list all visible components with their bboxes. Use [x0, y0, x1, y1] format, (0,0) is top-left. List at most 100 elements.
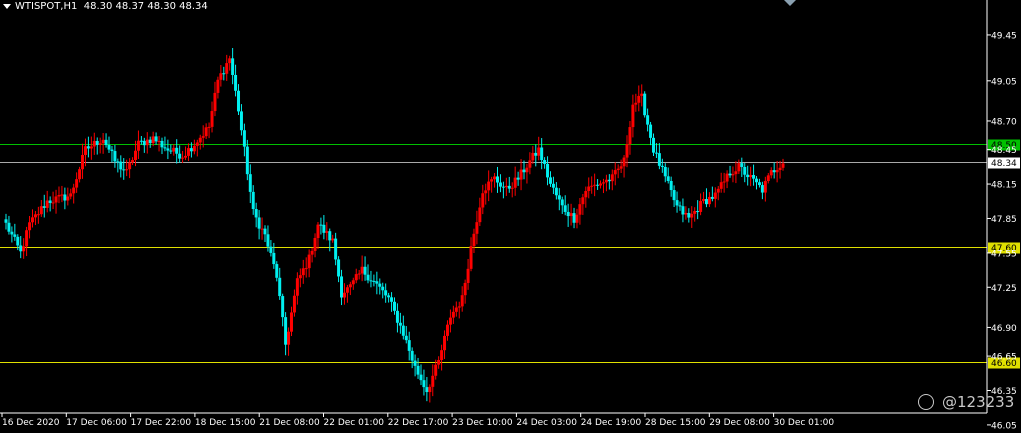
bull-candle-body — [637, 95, 641, 103]
bull-candle-body — [228, 58, 232, 64]
time-tick-label: 21 Dec 08:00 — [259, 418, 320, 428]
bull-candle-body — [640, 93, 644, 96]
bull-candle-body — [528, 160, 532, 168]
bull-candle-body — [72, 187, 76, 194]
price-tick-label: 47.55 — [991, 249, 1017, 259]
bull-candle-body — [702, 199, 706, 201]
bear-candle-body — [384, 290, 388, 296]
bear-candle-body — [678, 205, 682, 207]
bull-candle-body — [136, 140, 140, 151]
bull-candle-body — [448, 317, 452, 325]
bull-candle-body — [631, 104, 635, 128]
bull-candle-body — [537, 147, 541, 156]
bull-candle-body — [513, 177, 517, 188]
bear-candle-body — [160, 140, 164, 148]
bear-candle-body — [498, 182, 502, 187]
bear-candle-body — [281, 296, 285, 318]
bear-candle-body — [660, 165, 664, 167]
bull-candle-body — [581, 197, 585, 205]
watermark-handle: @123233 — [942, 393, 1015, 411]
bear-candle-body — [687, 212, 691, 218]
bull-candle-body — [192, 145, 196, 152]
bear-candle-body — [755, 178, 759, 183]
bear-candle-body — [319, 224, 323, 226]
bear-candle-body — [657, 153, 661, 166]
bear-candle-body — [566, 211, 570, 217]
bear-candle-body — [222, 73, 226, 75]
price-chart[interactable]: 48.5047.6046.6048.34 49.4549.0548.7048.4… — [0, 0, 1021, 433]
bear-candle-body — [245, 146, 249, 175]
bear-candle-body — [543, 160, 547, 164]
bull-candle-body — [445, 324, 449, 336]
bear-candle-body — [652, 137, 655, 153]
ohlc-values: 48.30 48.37 48.30 48.34 — [83, 1, 208, 12]
bull-candle-body — [719, 182, 723, 189]
bear-candle-body — [4, 219, 8, 223]
bear-candle-body — [122, 169, 126, 171]
bull-candle-body — [345, 287, 349, 293]
bull-candle-body — [207, 126, 211, 128]
bull-candle-body — [769, 170, 773, 176]
bear-candle-body — [363, 266, 367, 275]
bear-candle-body — [263, 228, 267, 235]
bull-candle-body — [33, 214, 37, 218]
bull-candle-body — [54, 196, 58, 203]
bear-candle-body — [178, 153, 182, 159]
bear-candle-body — [189, 148, 193, 152]
bear-candle-body — [596, 184, 600, 186]
bear-candle-body — [772, 170, 776, 173]
bear-candle-body — [381, 286, 385, 291]
bear-candle-body — [563, 205, 567, 212]
bull-candle-body — [181, 157, 185, 159]
bear-candle-body — [231, 58, 235, 75]
bear-candle-body — [239, 111, 243, 131]
time-tick-label: 29 Dec 08:00 — [709, 418, 770, 428]
bull-candle-body — [295, 278, 299, 296]
bear-candle-body — [366, 274, 370, 281]
bull-candle-body — [198, 137, 202, 143]
bull-candle-body — [578, 204, 582, 215]
bull-candle-body — [484, 190, 488, 194]
price-tick-label: 48.15 — [991, 181, 1017, 191]
bull-candle-body — [128, 162, 132, 170]
bull-candle-body — [22, 246, 26, 252]
bull-candle-body — [569, 213, 573, 217]
price-tick-label: 48.45 — [991, 146, 1017, 156]
bear-candle-body — [398, 322, 402, 326]
bull-candle-body — [634, 102, 638, 105]
bull-candle-body — [66, 196, 70, 201]
bear-candle-body — [404, 335, 408, 341]
bull-candle-body — [151, 136, 155, 144]
price-tick-label: 47.25 — [991, 284, 1017, 294]
price-tick-label: 46.05 — [991, 421, 1017, 431]
bear-candle-body — [422, 380, 426, 388]
bull-candle-body — [466, 268, 470, 283]
bear-candle-body — [548, 177, 552, 184]
bull-candle-body — [98, 143, 102, 145]
bear-candle-body — [154, 136, 158, 142]
bull-candle-body — [472, 233, 476, 247]
dropdown-triangle-icon[interactable] — [3, 3, 11, 9]
bear-candle-body — [401, 325, 405, 336]
bull-candle-body — [781, 163, 785, 168]
time-tick-label: 24 Dec 19:00 — [581, 418, 642, 428]
bear-candle-body — [375, 281, 379, 284]
bull-candle-body — [81, 154, 85, 170]
bull-candle-body — [699, 200, 703, 212]
bear-candle-body — [337, 259, 341, 277]
bull-candle-body — [431, 375, 435, 387]
bull-candle-body — [613, 170, 617, 175]
bull-candle-body — [184, 155, 188, 158]
bear-candle-body — [322, 224, 326, 233]
bull-candle-body — [519, 169, 523, 180]
time-tick-label: 23 Dec 10:00 — [452, 418, 513, 428]
bull-candle-body — [134, 150, 137, 161]
time-tick-label: 24 Dec 03:00 — [516, 418, 577, 428]
bull-candle-body — [348, 284, 352, 288]
bull-candle-body — [25, 230, 29, 247]
time-tick-label: 17 Dec 22:00 — [131, 418, 192, 428]
bear-candle-body — [16, 236, 20, 246]
bull-candle-body — [292, 295, 296, 313]
bear-candle-body — [649, 124, 653, 138]
bull-candle-body — [731, 174, 735, 176]
